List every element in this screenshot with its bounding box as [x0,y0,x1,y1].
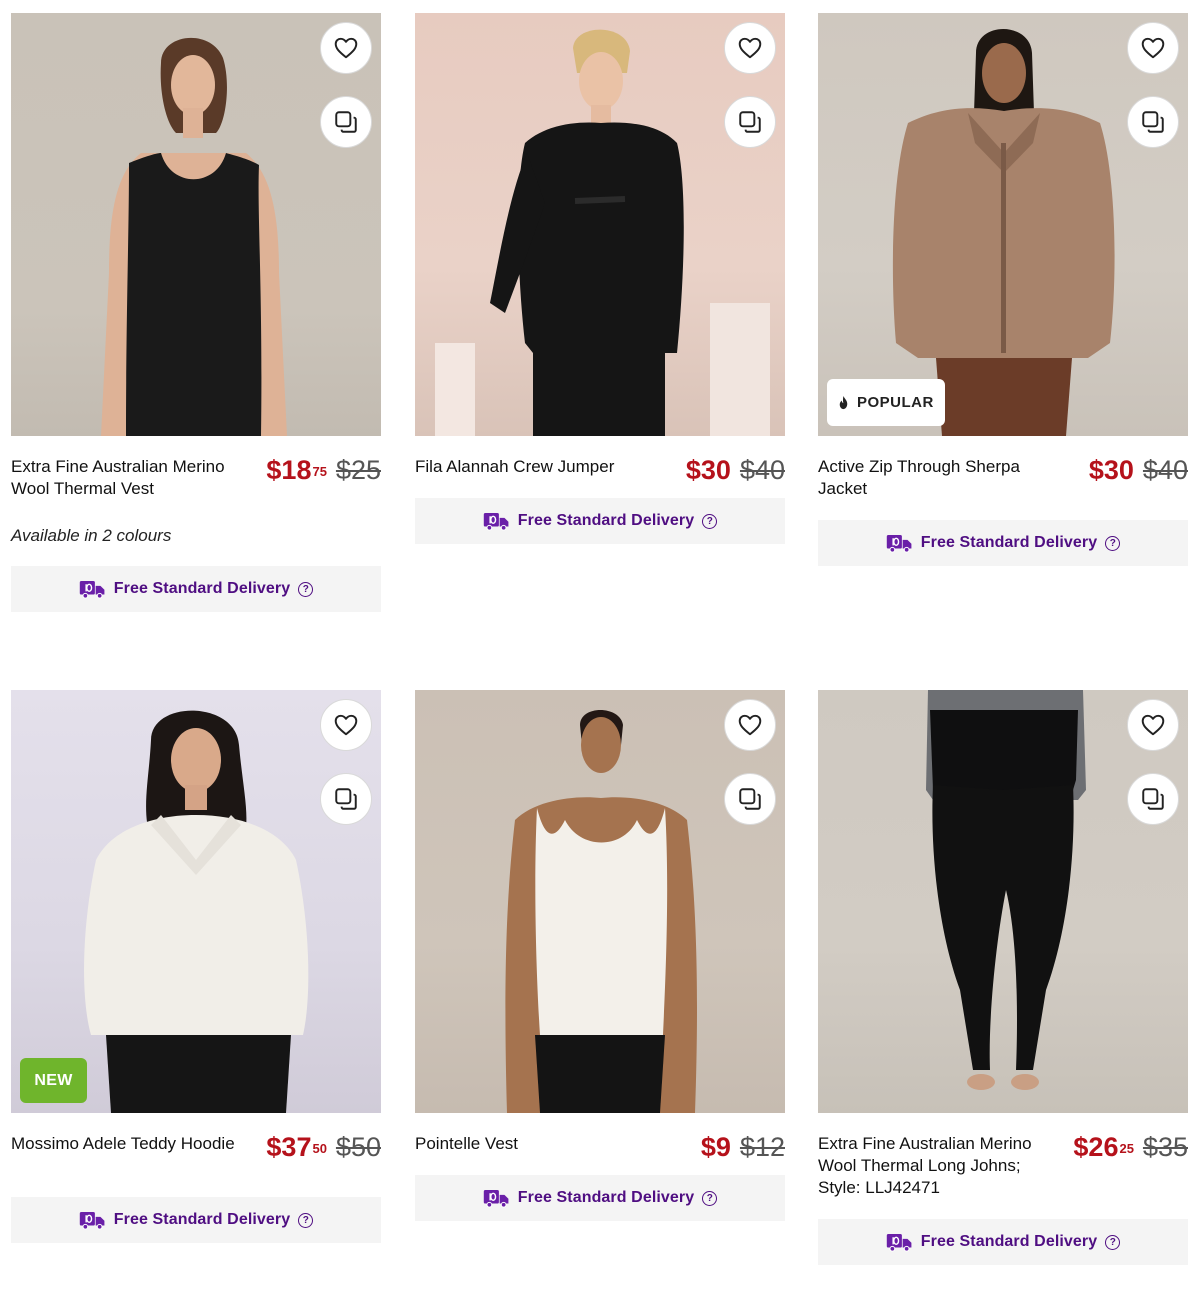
product-image[interactable] [415,690,785,1113]
product-photo [101,37,287,436]
free-delivery-banner[interactable]: Free Standard Delivery ? [11,1197,381,1243]
product-card[interactable]: NEW Mossimo Adele Teddy Hoodie $3750 $50… [11,690,381,1243]
product-photo [435,29,770,436]
wishlist-button[interactable] [724,699,776,751]
sale-price: $1875 [266,455,327,485]
original-price: $40 [739,455,785,485]
help-icon[interactable]: ? [702,1190,718,1206]
product-photo [505,710,698,1113]
sale-price: $9 [700,1132,731,1162]
product-info: Fila Alannah Crew Jumper $30 $40 [415,456,785,498]
product-image[interactable] [818,690,1188,1113]
product-name[interactable]: Mossimo Adele Teddy Hoodie [11,1133,246,1155]
product-name[interactable]: Active Zip Through Sherpa Jacket [818,456,1053,500]
delivery-truck-icon [886,533,913,553]
product-info: Pointelle Vest $9 $12 [415,1133,785,1175]
product-photo [892,29,1115,436]
free-delivery-banner[interactable]: Free Standard Delivery ? [818,1219,1188,1265]
product-photo [84,710,309,1113]
product-card[interactable]: POPULAR Active Zip Through Sherpa Jacket… [818,13,1188,566]
product-image[interactable]: NEW [11,690,381,1113]
quick-view-button[interactable] [320,773,372,825]
help-icon[interactable]: ? [298,581,314,597]
sale-price: $30 [685,455,731,485]
wishlist-button[interactable] [320,699,372,751]
help-icon[interactable]: ? [1105,535,1121,551]
product-price: $30 $40 [686,456,785,484]
original-price: $12 [739,1132,785,1162]
new-badge: NEW [20,1058,87,1103]
sale-price: $2625 [1073,1132,1134,1162]
wishlist-button[interactable] [1127,699,1179,751]
colour-availability: Available in 2 colours [11,526,172,545]
delivery-truck-icon [79,1210,106,1230]
product-card[interactable]: Pointelle Vest $9 $12 Free Standard Deli… [415,690,785,1221]
wishlist-button[interactable] [320,22,372,74]
quick-view-icon [1140,109,1166,135]
free-delivery-banner[interactable]: Free Standard Delivery ? [415,1175,785,1221]
product-info: Mossimo Adele Teddy Hoodie $3750 $50 [11,1133,381,1177]
delivery-truck-icon [483,1188,510,1208]
original-price: $25 [335,455,381,485]
flame-icon [836,395,851,410]
free-delivery-banner[interactable]: Free Standard Delivery ? [11,566,381,612]
heart-icon [737,35,763,61]
help-icon[interactable]: ? [298,1212,314,1228]
product-price: $2625 $35 [1073,1133,1188,1161]
product-price: $3750 $50 [266,1133,381,1161]
quick-view-icon [333,109,359,135]
product-image[interactable] [415,13,785,436]
popular-badge: POPULAR [827,379,945,426]
product-name[interactable]: Extra Fine Australian Merino Wool Therma… [11,456,246,500]
product-card[interactable]: Extra Fine Australian Merino Wool Therma… [818,690,1188,1265]
product-price: $30 $40 [1089,456,1188,484]
product-name[interactable]: Pointelle Vest [415,1133,650,1155]
quick-view-icon [737,786,763,812]
quick-view-button[interactable] [1127,773,1179,825]
heart-icon [1140,712,1166,738]
product-info: Extra Fine Australian Merino Wool Therma… [11,456,381,500]
product-price: $9 $12 [701,1133,785,1161]
quick-view-button[interactable] [724,96,776,148]
sale-price: $30 [1088,455,1134,485]
original-price: $40 [1142,455,1188,485]
product-image[interactable]: POPULAR [818,13,1188,436]
free-delivery-banner[interactable]: Free Standard Delivery ? [818,520,1188,566]
product-card[interactable]: Fila Alannah Crew Jumper $30 $40 Free St… [415,13,785,544]
delivery-truck-icon [79,579,106,599]
help-icon[interactable]: ? [1105,1234,1121,1250]
delivery-truck-icon [483,511,510,531]
free-delivery-banner[interactable]: Free Standard Delivery ? [415,498,785,544]
product-info: Active Zip Through Sherpa Jacket $30 $40 [818,456,1188,500]
heart-icon [333,35,359,61]
product-name[interactable]: Extra Fine Australian Merino Wool Therma… [818,1133,1053,1199]
product-photo [926,690,1086,1090]
heart-icon [737,712,763,738]
original-price: $35 [1142,1132,1188,1162]
product-card[interactable]: Extra Fine Australian Merino Wool Therma… [11,13,381,612]
wishlist-button[interactable] [1127,22,1179,74]
product-name[interactable]: Fila Alannah Crew Jumper [415,456,650,478]
heart-icon [1140,35,1166,61]
quick-view-button[interactable] [1127,96,1179,148]
quick-view-icon [1140,786,1166,812]
product-info: Extra Fine Australian Merino Wool Therma… [818,1133,1188,1199]
delivery-truck-icon [886,1232,913,1252]
help-icon[interactable]: ? [702,513,718,529]
heart-icon [333,712,359,738]
product-image[interactable] [11,13,381,436]
original-price: $50 [335,1132,381,1162]
quick-view-button[interactable] [320,96,372,148]
quick-view-button[interactable] [724,773,776,825]
quick-view-icon [737,109,763,135]
product-price: $1875 $25 [266,456,381,484]
quick-view-icon [333,786,359,812]
sale-price: $3750 [266,1132,327,1162]
wishlist-button[interactable] [724,22,776,74]
